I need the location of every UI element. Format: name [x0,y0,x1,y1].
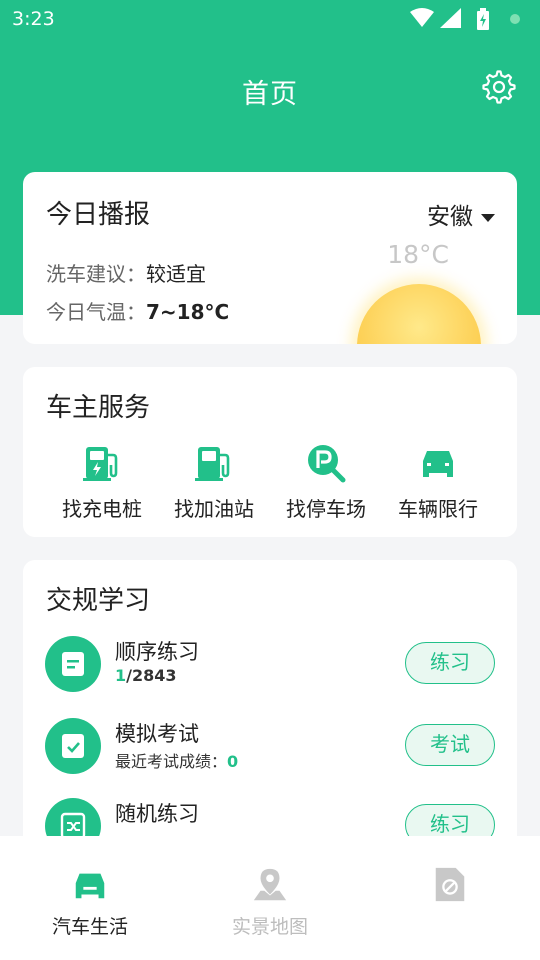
nav-live-map[interactable]: 实景地图 [180,866,360,939]
today-temperature: 今日气温：7~18°C [46,296,229,325]
bottom-navigation: 汽车生活 实景地图 [0,836,540,960]
service-charging-station[interactable]: 找充电桩 [46,443,158,522]
nav-label: 实景地图 [231,916,308,938]
charging-station-icon [83,447,118,481]
practice-button[interactable]: 练习 [405,642,495,684]
study-row-mock-exam: 模拟考试 最近考试成绩：0 考试 [23,716,517,776]
gear-icon [482,70,516,104]
owner-service-title: 车主服务 [46,393,151,423]
notification-dot-icon [510,14,520,24]
service-gas-station[interactable]: 找加油站 [158,443,270,522]
service-label: 找充电桩 [62,497,142,521]
temp-value: 7~18°C [146,300,230,324]
map-pin-icon [253,868,287,901]
traffic-study-title: 交规学习 [46,586,151,616]
car-icon [423,451,453,477]
exam-button[interactable]: 考试 [405,724,495,766]
gas-station-icon [195,447,230,481]
battery-icon [477,8,489,30]
temp-label: 今日气温： [46,300,146,324]
wifi-icon [410,8,434,27]
study-row-sequential: 顺序练习 1/2843 练习 [23,634,517,694]
wash-suggestion: 洗车建议：较适宜 [46,258,206,287]
signal-icon [440,8,461,28]
nav-documents[interactable] [360,866,540,912]
parking-search-icon [308,445,346,483]
owner-service-card: 车主服务 找充电桩 找加油站 找停车场 车辆限行 [23,367,517,537]
region-dropdown[interactable]: 安徽 [427,197,495,231]
traffic-study-card: 交规学习 顺序练习 1/2843 练习 模拟考试 最近考试成绩：0 考试 随机练… [23,560,517,850]
wash-value: 较适宜 [146,262,206,286]
today-report-card: 今日播报 安徽 18°C 洗车建议：较适宜 今日气温：7~18°C [23,172,517,344]
study-name: 顺序练习 [115,640,199,664]
car-icon [75,873,105,899]
caret-down-icon [481,213,495,222]
study-name: 模拟考试 [115,722,199,746]
status-bar: 3:23 [0,0,540,38]
weather-temperature: 18°C [387,240,449,269]
nav-label: 汽车生活 [51,916,128,938]
title-bar: 首页 [0,60,540,116]
service-parking[interactable]: 找停车场 [270,443,382,522]
study-progress: 1/2843 [115,666,177,685]
service-vehicle-restriction[interactable]: 车辆限行 [382,443,494,522]
document-icon [45,636,101,692]
service-label: 找停车场 [286,497,366,521]
today-report-title: 今日播报 [46,200,151,230]
score-label: 最近考试成绩： [115,752,228,771]
page-title: 首页 [242,79,298,110]
nav-car-life[interactable]: 汽车生活 [0,866,180,939]
sun-icon [357,284,481,344]
checklist-icon [45,718,101,774]
study-score: 最近考试成绩：0 [115,748,238,772]
service-label: 车辆限行 [398,497,478,521]
blocked-file-icon [435,867,465,902]
region-label: 安徽 [427,204,473,230]
progress-current: 1 [115,666,127,685]
settings-button[interactable] [482,70,516,104]
wash-label: 洗车建议： [46,262,146,286]
score-value: 0 [227,752,239,771]
status-time: 3:23 [12,8,55,30]
service-label: 找加油站 [174,497,254,521]
study-name: 随机练习 [115,802,199,826]
progress-total: /2843 [126,666,177,685]
